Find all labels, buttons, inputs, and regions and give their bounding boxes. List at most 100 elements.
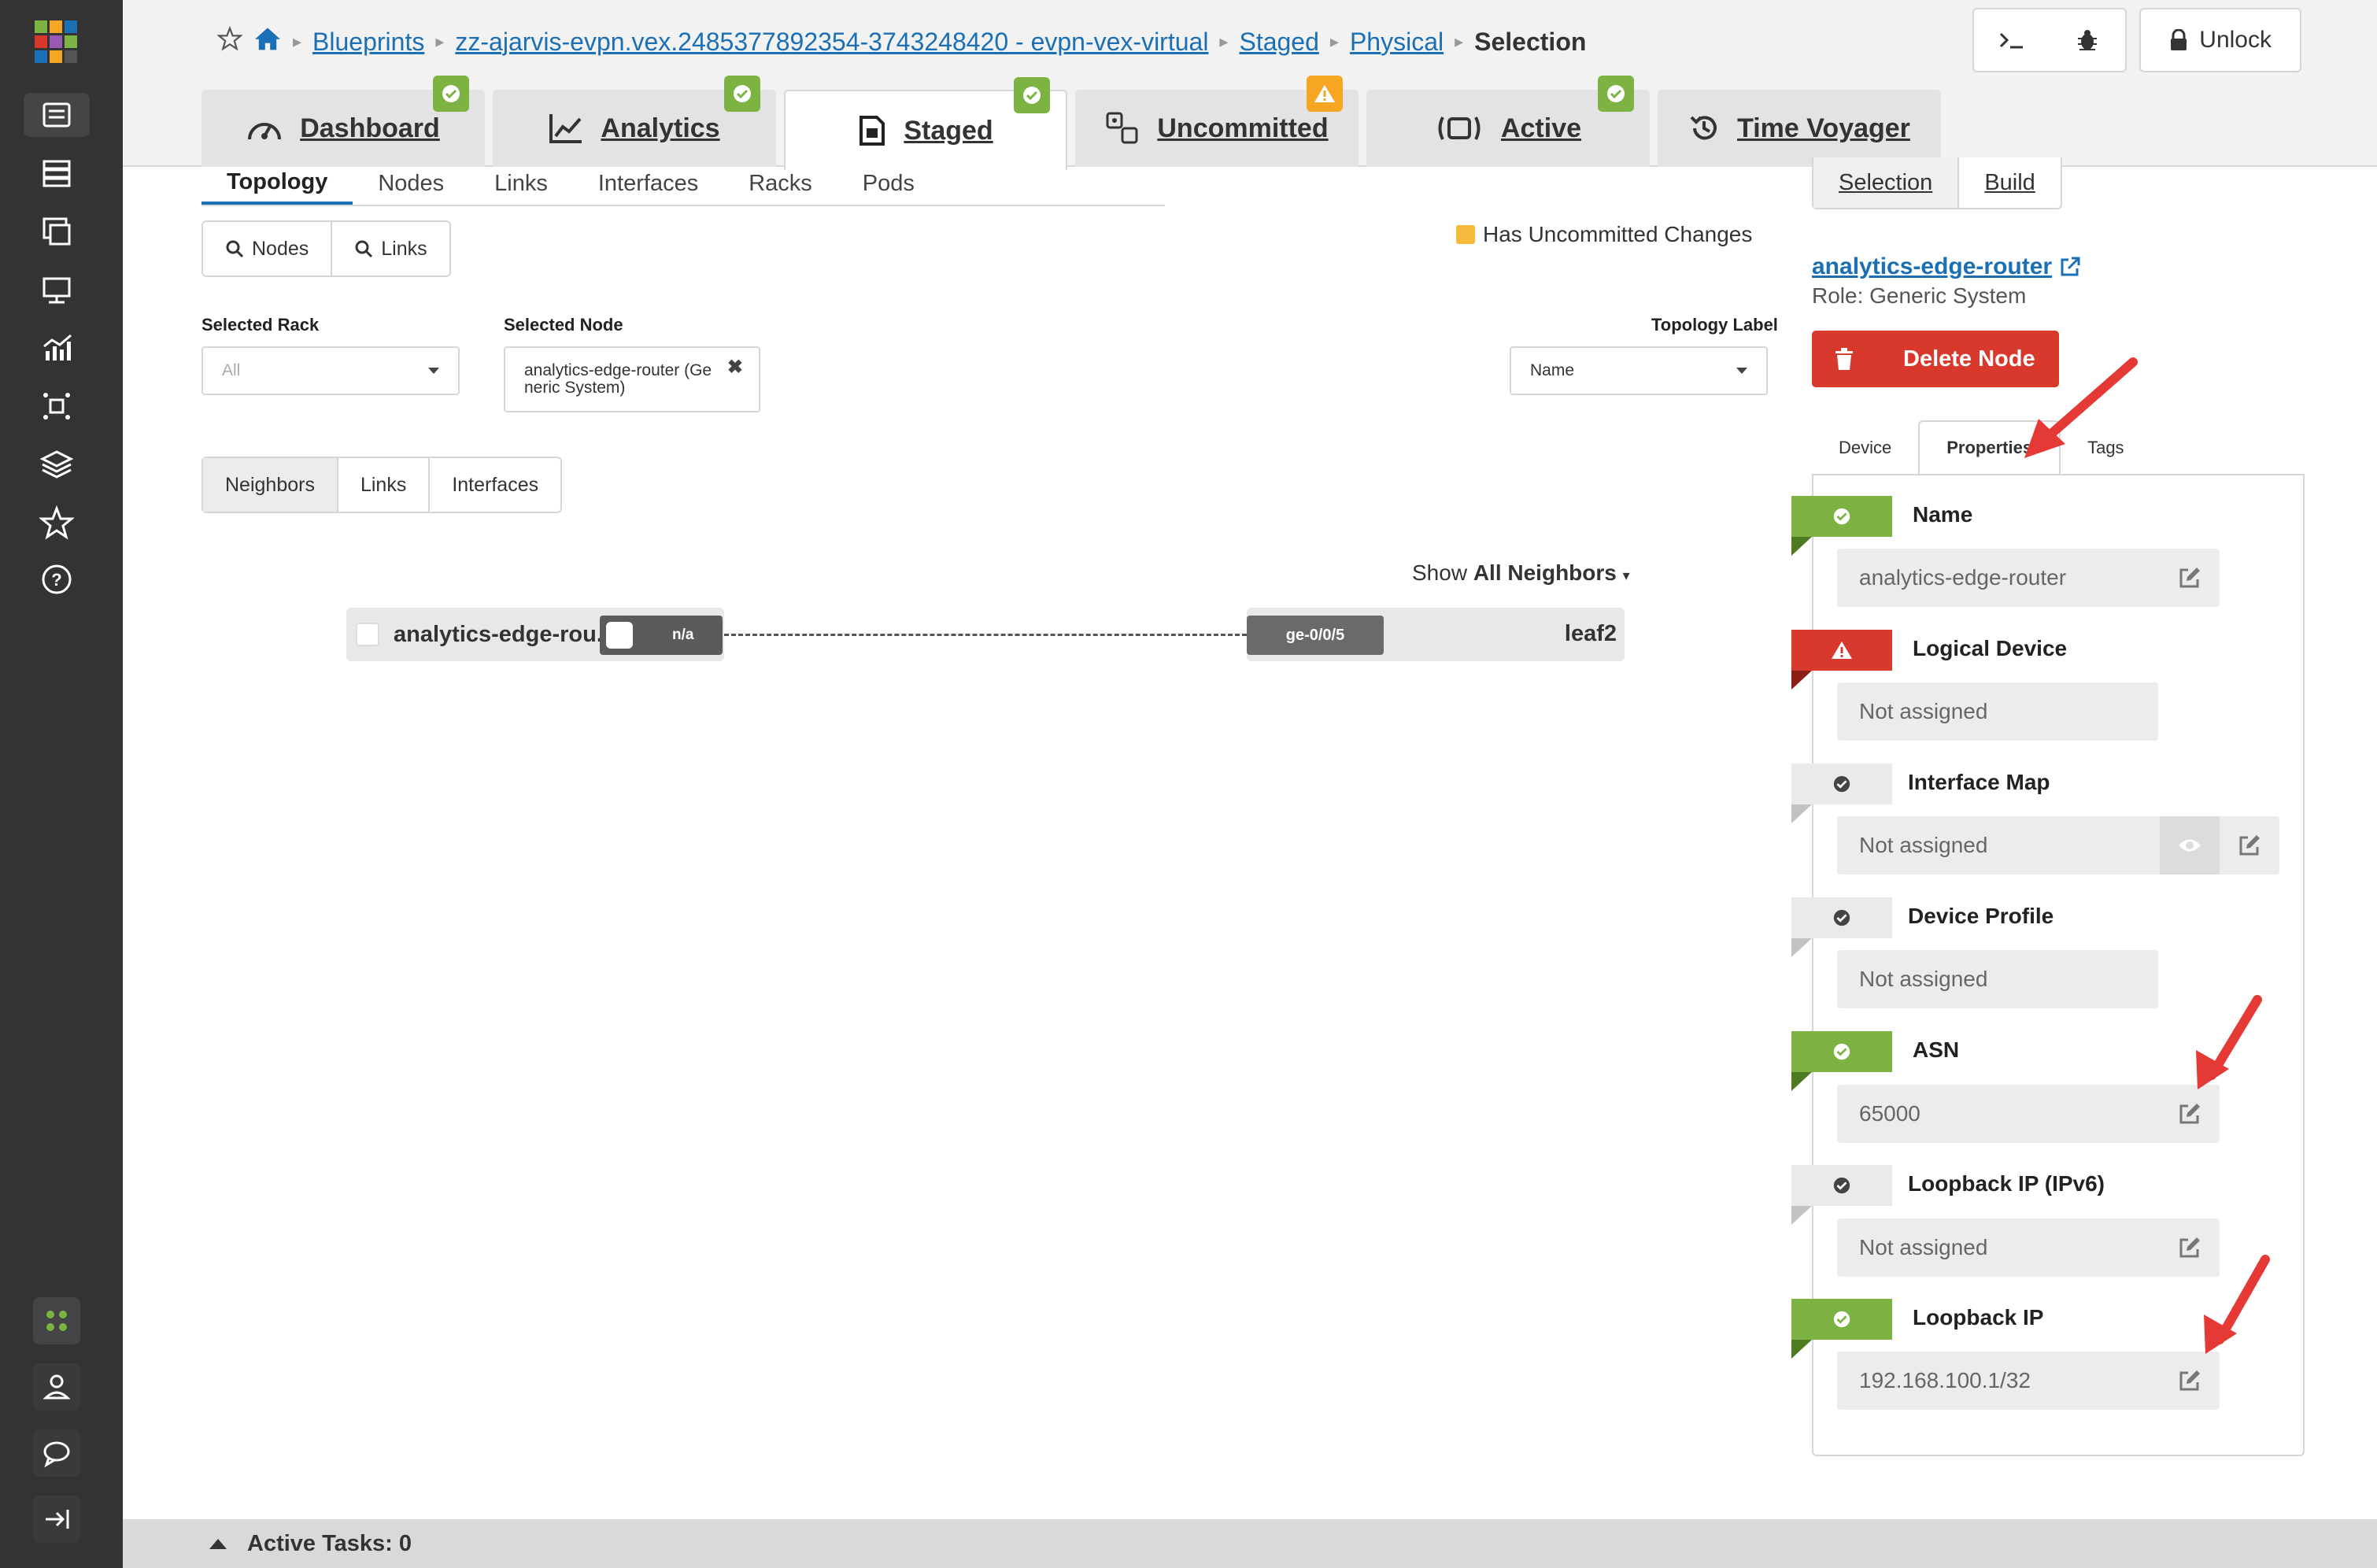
- property-device-profile-label: Device Profile: [1908, 904, 2054, 928]
- tab-device[interactable]: Device: [1812, 420, 1918, 475]
- caret-down-icon: ▾: [1622, 568, 1630, 583]
- property-asn-value: 65000: [1837, 1085, 2220, 1143]
- property-logical-device-value[interactable]: Not assigned: [1837, 682, 2158, 741]
- breadcrumb-staged[interactable]: Staged: [1239, 28, 1318, 57]
- view-links-button[interactable]: Links: [338, 458, 431, 512]
- show-prefix: Show: [1412, 560, 1468, 585]
- edit-icon[interactable]: [2177, 565, 2202, 596]
- network-icon[interactable]: [24, 384, 90, 428]
- target-port-label: ge-0/0/5: [1285, 626, 1345, 644]
- tools-button-group: [1972, 8, 2127, 72]
- selected-rack-value: All: [222, 361, 241, 379]
- target-node-name: leaf2: [1564, 621, 1617, 646]
- edit-icon[interactable]: [2220, 816, 2279, 875]
- property-asn-label: ASN: [1913, 1037, 1960, 1062]
- neighbor-link-line[interactable]: [724, 634, 1247, 636]
- selected-node-link[interactable]: analytics-edge-router: [1812, 253, 2082, 280]
- design-icon[interactable]: [24, 209, 90, 253]
- build-tab[interactable]: Build: [1957, 157, 2061, 208]
- tab-label: Uncommitted: [1157, 113, 1329, 143]
- selection-tab[interactable]: Selection: [1813, 157, 1958, 208]
- uncommitted-icon: [1106, 112, 1138, 144]
- devices-icon[interactable]: [24, 151, 90, 195]
- legend-swatch: [1456, 225, 1475, 244]
- selection-build-toggle: Selection Build: [1812, 157, 2062, 209]
- chat-icon[interactable]: [33, 1429, 80, 1477]
- annotation-arrow-icon: [2196, 995, 2262, 1089]
- node-checkbox[interactable]: [356, 623, 379, 646]
- target-port[interactable]: ge-0/0/5: [1247, 616, 1384, 655]
- source-port-label: n/a: [672, 627, 694, 643]
- breadcrumb-separator-icon: ▸: [1455, 31, 1464, 51]
- user-icon[interactable]: [33, 1363, 80, 1411]
- search-nodes-button[interactable]: Nodes: [203, 222, 333, 276]
- view-interfaces-button[interactable]: Interfaces: [430, 458, 560, 512]
- status-icon[interactable]: [33, 1297, 80, 1344]
- home-icon[interactable]: [253, 26, 282, 57]
- debug-button[interactable]: [2050, 9, 2125, 71]
- active-tasks-bar[interactable]: Active Tasks: 0: [123, 1519, 2377, 1568]
- subtab-interfaces[interactable]: Interfaces: [573, 162, 723, 205]
- selected-node-label: Selected Node: [504, 315, 623, 335]
- header: ▸ Blueprints ▸ zz-ajarvis-evpn.vex.24853…: [123, 0, 2377, 170]
- subtab-racks[interactable]: Racks: [723, 162, 837, 205]
- edit-icon[interactable]: [2177, 1368, 2202, 1399]
- tab-dashboard[interactable]: Dashboard: [201, 76, 485, 167]
- tab-time-voyager[interactable]: Time Voyager: [1658, 90, 1941, 167]
- collapse-icon[interactable]: [33, 1496, 80, 1543]
- search-links-button[interactable]: Links: [332, 222, 449, 276]
- show-neighbors-dropdown[interactable]: Show All Neighbors ▾: [1412, 560, 1630, 586]
- topology-label-label: Topology Label: [1651, 315, 1778, 335]
- eye-icon[interactable]: [2160, 816, 2220, 875]
- active-tasks-label: Active Tasks: 0: [247, 1530, 412, 1556]
- breadcrumb-blueprints[interactable]: Blueprints: [312, 28, 424, 57]
- source-port[interactable]: n/a: [600, 616, 723, 655]
- layers-icon[interactable]: [24, 442, 90, 486]
- tab-active[interactable]: Active: [1366, 76, 1650, 167]
- topology-subtabs: Topology Nodes Links Interfaces Racks Po…: [201, 162, 1165, 206]
- topology-label-value: Name: [1530, 361, 1575, 379]
- cli-button[interactable]: [1974, 9, 2050, 71]
- unlock-button[interactable]: Unlock: [2139, 8, 2301, 72]
- view-neighbors-button[interactable]: Neighbors: [203, 458, 338, 512]
- property-device-profile-value[interactable]: Not assigned: [1837, 950, 2158, 1008]
- resources-icon[interactable]: [24, 268, 90, 312]
- property-loopback-ip-label: Loopback IP: [1913, 1305, 2044, 1329]
- property-value-text: Not assigned: [1859, 1235, 1988, 1259]
- apstra-logo[interactable]: [35, 20, 77, 63]
- dashboard-icon: [248, 123, 282, 140]
- edit-icon[interactable]: [2177, 1101, 2202, 1132]
- legend-label: Has Uncommitted Changes: [1483, 222, 1753, 246]
- expand-up-icon[interactable]: [209, 1538, 227, 1549]
- selected-node-select[interactable]: analytics-edge-router (Ge neric System) …: [504, 346, 760, 412]
- tab-staged[interactable]: Staged: [784, 77, 1067, 170]
- property-value-text: Not assigned: [1859, 967, 1988, 991]
- svg-text:?: ?: [51, 570, 61, 590]
- subtab-topology[interactable]: Topology: [201, 162, 353, 205]
- lock-icon: [2171, 29, 2187, 50]
- view-toggle-group: Neighbors Links Interfaces: [201, 457, 563, 513]
- clear-selection-icon[interactable]: ✖: [727, 358, 743, 377]
- analytics-icon[interactable]: [24, 326, 90, 370]
- status-ok-icon: [724, 76, 760, 112]
- status-ok-icon: [1791, 496, 1892, 556]
- tab-uncommitted[interactable]: Uncommitted: [1075, 76, 1359, 167]
- breadcrumb-separator-icon: ▸: [1329, 31, 1339, 51]
- breadcrumb-physical[interactable]: Physical: [1350, 28, 1444, 57]
- tab-analytics[interactable]: Analytics: [493, 76, 776, 167]
- selected-node-value-line2: neric System): [524, 379, 626, 397]
- breadcrumb-blueprint-name[interactable]: zz-ajarvis-evpn.vex.2485377892354-374324…: [455, 28, 1208, 57]
- topology-label-select[interactable]: Name: [1510, 346, 1768, 395]
- star-icon[interactable]: [24, 501, 90, 545]
- help-icon[interactable]: ?: [24, 557, 90, 601]
- status-error-icon: [1791, 630, 1892, 690]
- subtab-pods[interactable]: Pods: [837, 162, 940, 205]
- blueprints-icon[interactable]: [24, 93, 90, 137]
- selected-node-name: analytics-edge-router: [1812, 253, 2053, 279]
- selected-rack-select[interactable]: All: [201, 346, 460, 395]
- active-icon: [1438, 116, 1481, 140]
- favorite-star-icon[interactable]: [216, 25, 243, 57]
- subtab-nodes[interactable]: Nodes: [353, 162, 469, 205]
- subtab-links[interactable]: Links: [469, 162, 573, 205]
- property-name-label: Name: [1913, 502, 1973, 527]
